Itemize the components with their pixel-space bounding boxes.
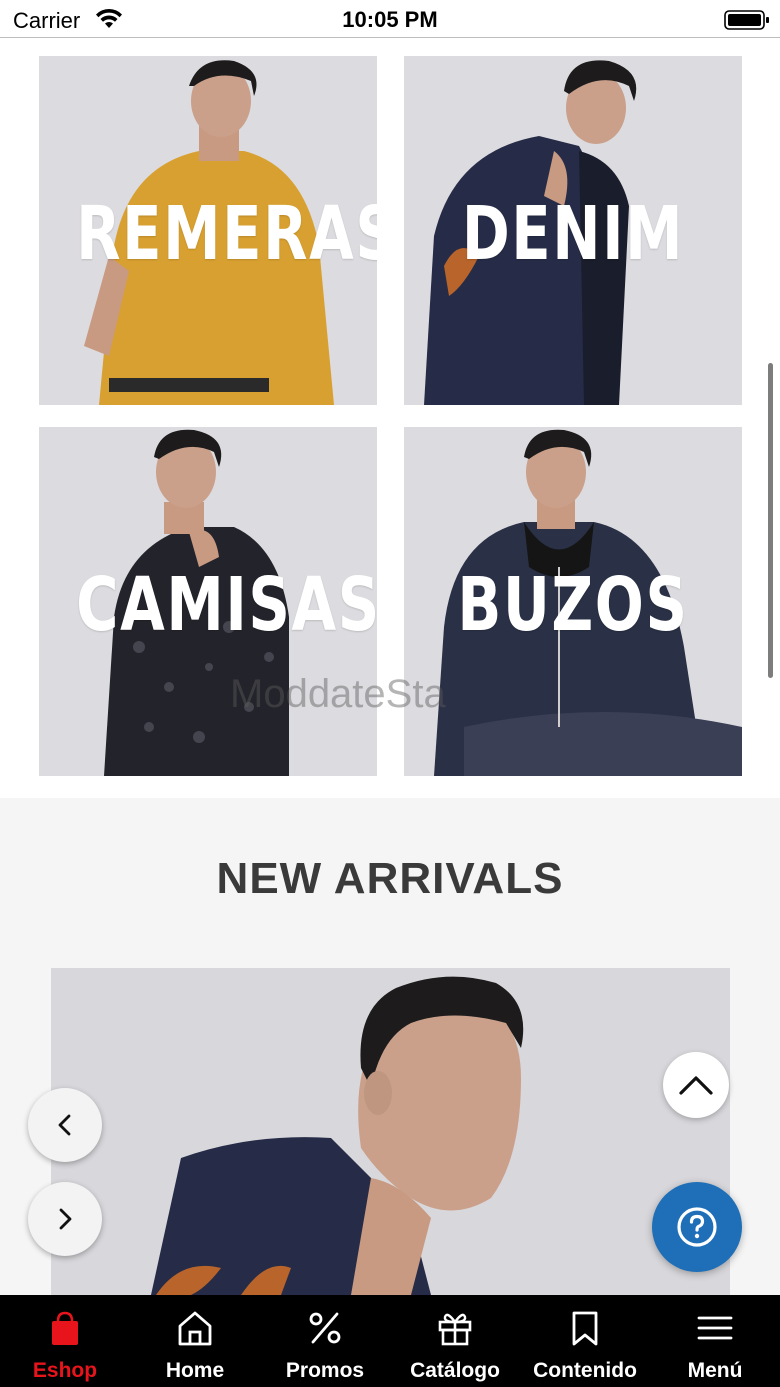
scroll-indicator[interactable] bbox=[768, 363, 773, 678]
nav-label: Catálogo bbox=[410, 1359, 500, 1382]
nav-item-contenido[interactable]: Contenido bbox=[520, 1295, 650, 1387]
category-tile-buzos[interactable]: BUZOS bbox=[404, 427, 742, 776]
nav-label: Eshop bbox=[32, 1359, 98, 1382]
nav-label: Home bbox=[165, 1359, 225, 1382]
section-title: NEW ARRIVALS bbox=[216, 854, 564, 903]
gift-icon bbox=[438, 1313, 472, 1346]
watermark: ModdateSta bbox=[230, 672, 446, 716]
next-button[interactable] bbox=[28, 1182, 102, 1256]
menu-icon bbox=[697, 1316, 733, 1340]
product-photo bbox=[51, 968, 730, 1295]
category-label: CAMISAS bbox=[76, 562, 377, 648]
status-bar: Carrier 10:05 PM bbox=[0, 0, 780, 38]
nav-label: Menú bbox=[687, 1359, 743, 1382]
bookmark-icon bbox=[572, 1311, 598, 1346]
category-label: BUZOS bbox=[457, 562, 689, 648]
product-image[interactable] bbox=[51, 968, 730, 1295]
clock: 10:05 PM bbox=[342, 7, 438, 32]
help-button[interactable] bbox=[652, 1182, 742, 1272]
nav-item-home[interactable]: Home bbox=[130, 1295, 260, 1387]
previous-button[interactable] bbox=[28, 1088, 102, 1162]
scroll-to-top-button[interactable] bbox=[663, 1052, 729, 1118]
chevron-left-icon bbox=[58, 1114, 71, 1136]
bottom-nav: Eshop Home Promos Catálogo Contenido Men… bbox=[0, 1295, 780, 1387]
nav-label: Promos bbox=[285, 1359, 365, 1382]
category-tile-remeras[interactable]: REMERAS bbox=[39, 56, 377, 405]
category-tile-denim[interactable]: DENIM bbox=[404, 56, 742, 405]
nav-item-menu[interactable]: Menú bbox=[650, 1295, 780, 1387]
home-icon bbox=[178, 1311, 212, 1346]
category-label: REMERAS bbox=[76, 191, 377, 277]
nav-item-eshop[interactable]: Eshop bbox=[0, 1295, 130, 1387]
app-screen: Carrier 10:05 PM REMERAS DENIM CAMISAS B… bbox=[0, 0, 780, 1387]
chevron-up-icon bbox=[679, 1076, 713, 1095]
nav-item-catalogo[interactable]: Catálogo bbox=[390, 1295, 520, 1387]
nav-label: Contenido bbox=[533, 1359, 637, 1382]
category-label: DENIM bbox=[461, 191, 685, 277]
chevron-right-icon bbox=[59, 1208, 72, 1230]
shopping-bag-icon bbox=[52, 1311, 78, 1345]
percent-icon bbox=[309, 1312, 341, 1344]
question-icon bbox=[677, 1207, 717, 1247]
nav-item-promos[interactable]: Promos bbox=[260, 1295, 390, 1387]
category-tile-camisas[interactable]: CAMISAS bbox=[39, 427, 377, 776]
battery-icon bbox=[724, 10, 769, 30]
